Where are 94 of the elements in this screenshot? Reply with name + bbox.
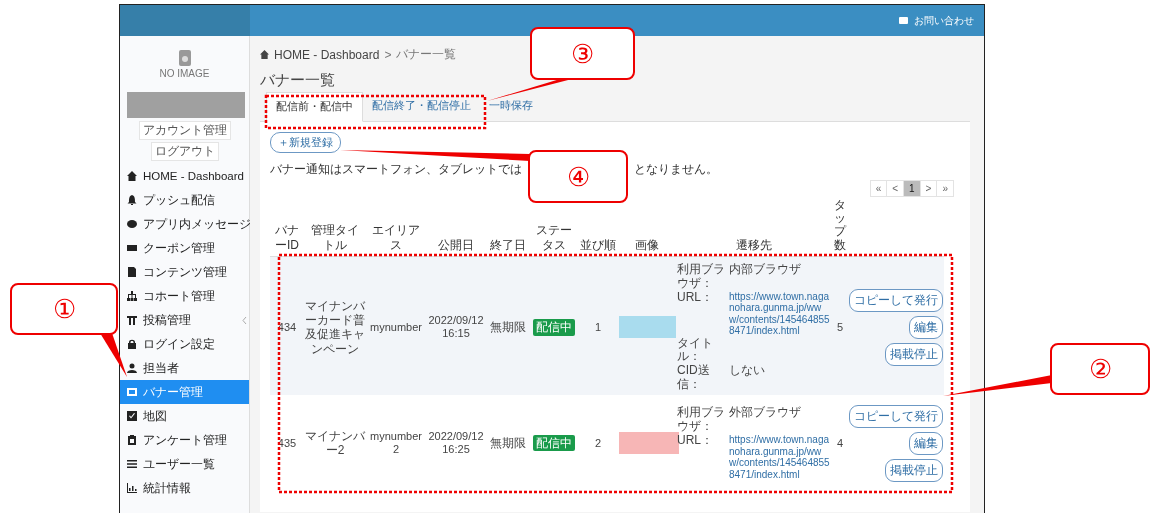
action-button[interactable]: 編集 (909, 431, 943, 455)
picture-icon (127, 387, 137, 397)
sidebar-item[interactable]: コホート管理 (120, 284, 249, 308)
sidebar-item[interactable]: ログイン設定 (120, 332, 249, 356)
tab[interactable]: 配信前・配信中 (266, 92, 363, 122)
sidebar-item[interactable]: クーポン管理 (120, 236, 249, 260)
column-header: 並び順 (580, 237, 616, 252)
action-button[interactable]: 掲載停止 (885, 458, 943, 482)
breadcrumb-current: バナー一覧 (396, 46, 457, 63)
column-header: エイリアス (372, 223, 420, 252)
camera-icon (178, 50, 191, 66)
field-label: URL： (677, 434, 714, 450)
table-cell: 4 (836, 436, 844, 449)
home-icon (127, 171, 137, 181)
notice-text: となりません。 (634, 161, 718, 178)
sidebar-item[interactable]: コンテンツ管理 (120, 260, 249, 284)
callout-label: ④ (528, 150, 628, 203)
column-header: 終了日 (490, 237, 526, 252)
pagination-button[interactable]: 1 (903, 180, 921, 197)
url-link[interactable]: https://www.town.naganohara.gunma.jp/www/contents/1454648558471/index.html (729, 290, 831, 337)
column-header: 遷移先 (736, 237, 772, 252)
table-cell: 無期限 (490, 320, 526, 335)
action-button[interactable]: 編集 (909, 315, 943, 339)
sidebar-item[interactable]: HOME - Dashboard (120, 164, 249, 188)
checkbox-icon (127, 411, 137, 421)
table-cell: 5 (836, 320, 844, 333)
lock-icon (127, 339, 137, 349)
field-label: CID送信： (677, 364, 711, 392)
column-header: ステータス (536, 223, 572, 252)
tab[interactable]: 一時保存 (480, 92, 542, 121)
clipboard-icon (127, 435, 137, 445)
field-label: タイトル： (677, 336, 714, 364)
field-label: URL： (677, 290, 714, 306)
avatar-label: NO IMAGE (159, 68, 210, 79)
table-cell: mynumber (370, 320, 422, 333)
table-cell: 無期限 (490, 436, 526, 451)
callout-label: ② (1050, 343, 1150, 395)
table-cell: 434 (277, 320, 297, 333)
field-label: 利用ブラウザ： (677, 406, 726, 435)
chart-icon (127, 483, 137, 493)
chat-bubble-icon (127, 219, 137, 229)
page-title: バナー一覧 (260, 71, 336, 90)
table-cell: 1 (594, 320, 602, 333)
table-cell: マイナンバー2 (305, 428, 365, 458)
document-icon (127, 267, 137, 277)
account-button[interactable]: ログアウト (150, 142, 219, 161)
list-icon (127, 459, 137, 469)
person-icon (127, 363, 137, 373)
breadcrumb-link[interactable]: HOME - Dashboard (274, 47, 380, 62)
sidebar-item[interactable]: 投稿管理 (120, 308, 249, 332)
status-badge: 配信中 (533, 435, 575, 452)
pagination-button[interactable]: > (919, 180, 938, 197)
column-header: 公開日 (438, 237, 474, 252)
leader-line (100, 333, 127, 377)
table-cell: mynumber2 (370, 430, 422, 456)
pagination-button[interactable]: « (869, 180, 888, 197)
home-icon (260, 50, 269, 59)
action-button[interactable]: コピーして発行 (849, 404, 943, 428)
sidebar-item[interactable]: プッシュ配信 (120, 188, 249, 212)
breadcrumb-separator: > (384, 47, 392, 62)
column-header: 画像 (635, 237, 659, 252)
column-header: タップ数 (834, 199, 846, 252)
action-button[interactable]: コピーして発行 (849, 288, 943, 312)
table-cell: 2022/09/12 16:25 (428, 430, 484, 456)
table-cell: マイナンバーカード普及促進キャンペーン (305, 298, 365, 356)
sidebar-item[interactable]: 統計情報 (120, 476, 249, 500)
sidebar-item[interactable]: アプリ内メッセージ (120, 212, 249, 236)
table-cell: 2022/09/12 16:15 (428, 314, 484, 340)
sidebar-item[interactable]: 地図 (120, 404, 249, 428)
column-header: 管理タイトル (311, 223, 359, 252)
sidebar-item[interactable]: アンケート管理 (120, 428, 249, 452)
callout-label: ③ (530, 27, 635, 80)
field-label: 利用ブラウザ： (677, 262, 726, 291)
status-badge: 配信中 (533, 319, 575, 336)
account-button[interactable]: アカウント管理 (138, 121, 231, 140)
action-button[interactable]: 掲載停止 (885, 342, 943, 366)
column-header: バナーID (275, 223, 299, 252)
notice-text: バナー通知はスマートフォン、タブレットでは (270, 161, 522, 178)
field-value: 外部ブラウザ (729, 406, 802, 422)
contact-link[interactable]: お問い合わせ (914, 13, 974, 28)
pagination-button[interactable]: » (936, 180, 954, 197)
sidebar-item[interactable]: 担当者 (120, 356, 249, 380)
field-value: しない (729, 364, 766, 380)
tab[interactable]: 配信終了・配信停止 (363, 92, 480, 121)
callout-label: ① (10, 283, 118, 335)
bell-icon (127, 195, 137, 205)
sidebar-item[interactable]: ユーザー一覧 (120, 452, 249, 476)
field-value: 内部ブラウザ (729, 262, 802, 278)
ticket-icon (127, 243, 137, 253)
hierarchy-icon (127, 291, 137, 301)
url-link[interactable]: https://www.town.naganohara.gunma.jp/www/contents/1454648558471/index.html (729, 434, 831, 481)
table-cell: 2 (594, 436, 602, 449)
mail-icon (899, 17, 908, 24)
new-registration-button[interactable]: ＋新規登録 (270, 132, 341, 153)
